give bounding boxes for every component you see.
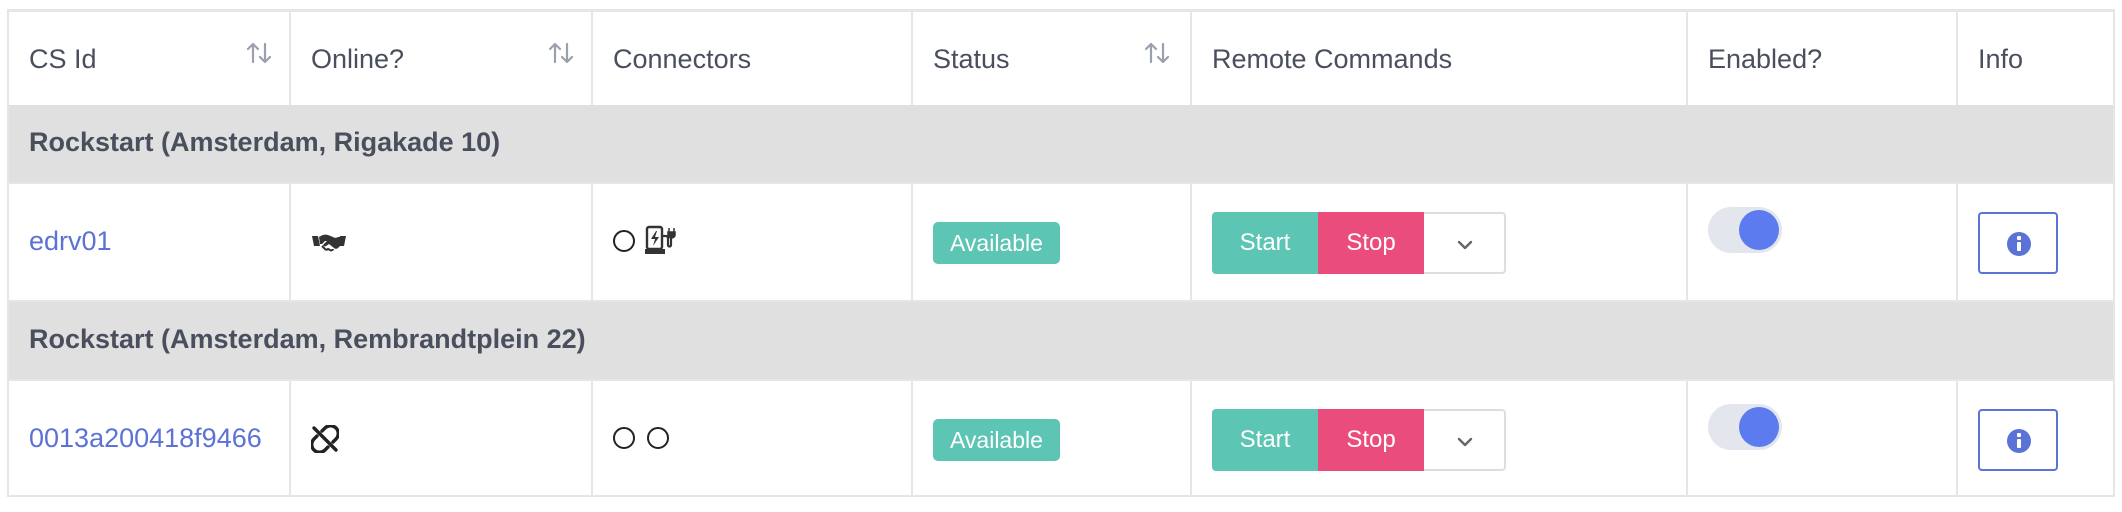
remote-commands-button-group: Start Stop <box>1212 212 1506 274</box>
enabled-cell <box>1688 184 1958 300</box>
status-badge: Available <box>933 419 1060 461</box>
connector-empty-circle-icon <box>613 230 635 252</box>
ev-charger-icon <box>645 225 676 254</box>
table-row: 0013a200418f9466 Available Start Stop <box>9 381 2113 497</box>
remote-commands-cell: Start Stop <box>1192 184 1688 300</box>
info-cell <box>1958 381 2113 497</box>
cs-id-cell: edrv01 <box>9 184 291 300</box>
column-header-remote-commands: Remote Commands <box>1192 12 1688 105</box>
table-header: CS Id Online? Connectors Status Remote C… <box>9 12 2113 108</box>
connector-empty-circle-icon <box>647 427 669 449</box>
group-label: Rockstart (Amsterdam, Rigakade 10) <box>29 127 501 157</box>
online-cell <box>291 381 593 497</box>
remote-commands-button-group: Start Stop <box>1212 409 1506 471</box>
start-button[interactable]: Start <box>1212 212 1318 274</box>
stop-button[interactable]: Stop <box>1318 409 1424 471</box>
enabled-toggle[interactable] <box>1708 404 1782 450</box>
sort-icon[interactable] <box>244 40 274 66</box>
sort-icon[interactable] <box>1142 40 1172 66</box>
group-label: Rockstart (Amsterdam, Rembrandtplein 22) <box>29 324 586 354</box>
column-label: CS Id <box>29 44 97 74</box>
column-header-online[interactable]: Online? <box>291 12 593 105</box>
chevron-down-icon <box>1457 240 1473 250</box>
toggle-knob <box>1739 210 1779 250</box>
column-label: Online? <box>311 44 405 74</box>
column-label: Info <box>1978 44 2024 74</box>
toggle-knob <box>1739 407 1779 447</box>
column-label: Connectors <box>613 44 752 74</box>
column-header-cs-id[interactable]: CS Id <box>9 12 291 105</box>
column-label: Status <box>933 44 1010 74</box>
column-header-connectors: Connectors <box>593 12 913 105</box>
group-row: Rockstart (Amsterdam, Rigakade 10) <box>9 105 2113 184</box>
column-label: Remote Commands <box>1212 44 1453 74</box>
remote-commands-cell: Start Stop <box>1192 381 1688 497</box>
cs-id-link[interactable]: 0013a200418f9466 <box>29 423 262 454</box>
stop-button[interactable]: Stop <box>1318 212 1424 274</box>
enabled-cell <box>1688 381 1958 497</box>
table-row: edrv01 Available Start Stop <box>9 184 2113 302</box>
online-cell <box>291 184 593 300</box>
info-button[interactable] <box>1978 212 2058 274</box>
start-button[interactable]: Start <box>1212 409 1318 471</box>
group-row: Rockstart (Amsterdam, Rembrandtplein 22) <box>9 302 2113 381</box>
chevron-down-icon <box>1457 437 1473 447</box>
info-button[interactable] <box>1978 409 2058 471</box>
charging-stations-table: CS Id Online? Connectors Status Remote C… <box>7 9 2115 497</box>
column-header-enabled: Enabled? <box>1688 12 1958 105</box>
connector-empty-circle-icon <box>613 427 635 449</box>
sort-icon[interactable] <box>546 40 576 66</box>
unlink-icon <box>311 425 339 453</box>
connectors-cell <box>593 184 913 300</box>
info-cell <box>1958 184 2113 300</box>
column-label: Enabled? <box>1708 44 1823 74</box>
status-cell: Available <box>913 381 1192 497</box>
column-header-info: Info <box>1958 12 2113 105</box>
column-header-status[interactable]: Status <box>913 12 1192 105</box>
enabled-toggle[interactable] <box>1708 207 1782 253</box>
more-commands-dropdown-button[interactable] <box>1424 409 1506 471</box>
cs-id-link[interactable]: edrv01 <box>29 226 112 257</box>
status-cell: Available <box>913 184 1192 300</box>
connectors-cell <box>593 381 913 497</box>
status-badge: Available <box>933 222 1060 264</box>
more-commands-dropdown-button[interactable] <box>1424 212 1506 274</box>
info-circle-icon <box>2007 429 2031 453</box>
info-circle-icon <box>2007 232 2031 256</box>
handshake-icon <box>312 234 346 252</box>
cs-id-cell: 0013a200418f9466 <box>9 381 291 497</box>
